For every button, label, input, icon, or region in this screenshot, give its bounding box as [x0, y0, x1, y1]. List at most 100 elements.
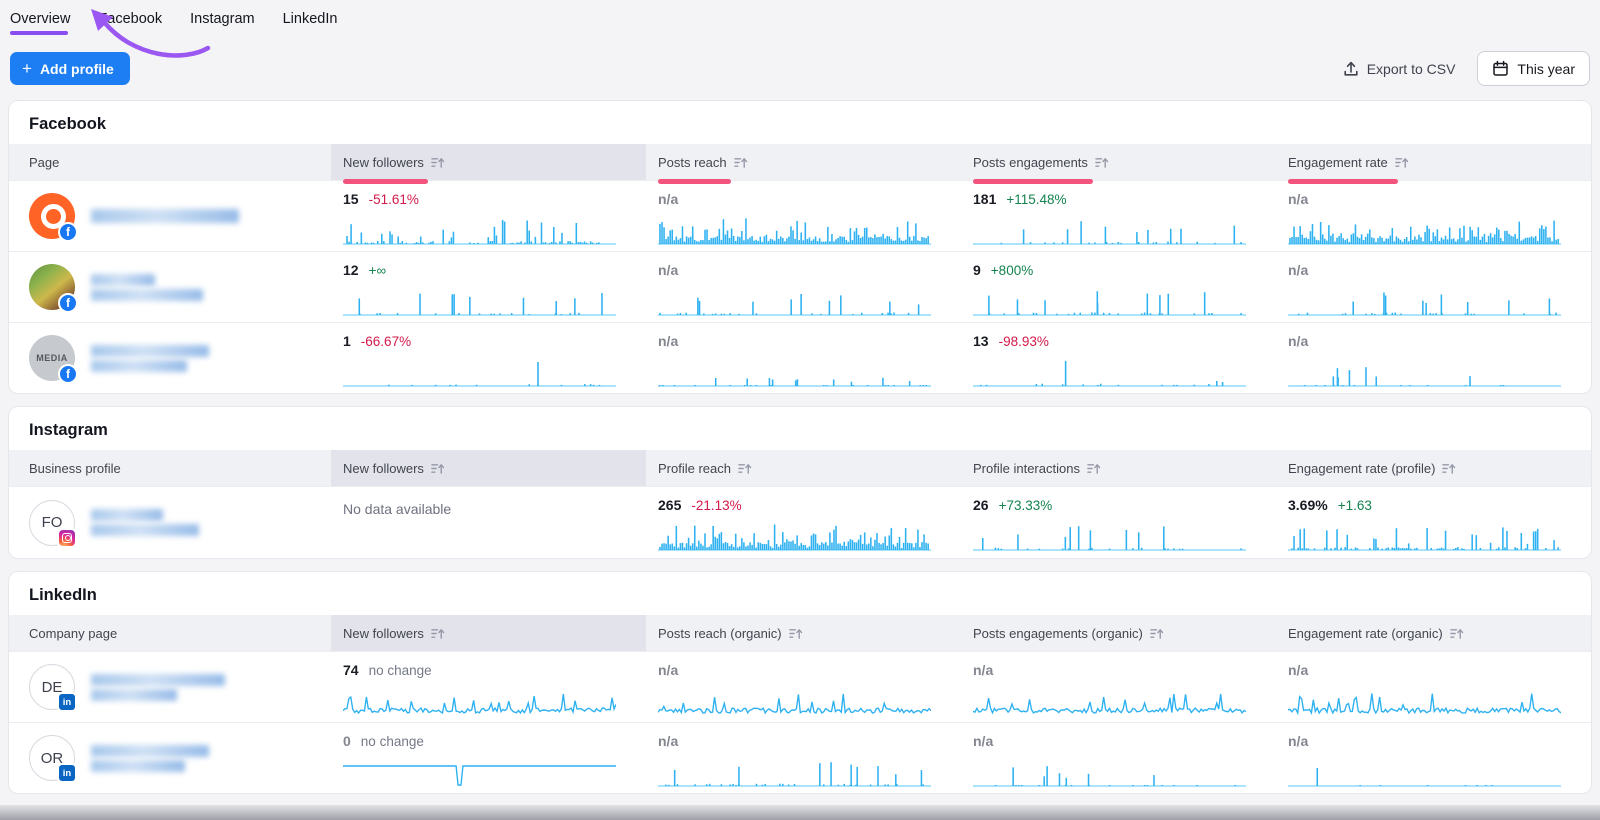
metric-cell-posts-engagements-organic: n/a [961, 723, 1276, 793]
column-label: Posts engagements (organic) [973, 626, 1143, 641]
sort-icon [1094, 156, 1109, 169]
redacted-profile-name [91, 506, 199, 539]
tab-facebook[interactable]: Facebook [98, 9, 162, 33]
sort-icon [1086, 462, 1101, 475]
facebook-badge-icon: f [58, 364, 78, 384]
column-header-new-followers[interactable]: New followers [331, 615, 646, 651]
facebook-table-header: Page New followers Posts reach Posts eng… [9, 144, 1591, 180]
metric-value: n/a [658, 191, 678, 207]
profile-avatar: MEDIA f [29, 335, 75, 381]
metric-change: +115.48% [1006, 192, 1066, 207]
trend-sparkline [658, 521, 931, 551]
metric-value: 13 [973, 333, 989, 349]
tab-instagram[interactable]: Instagram [190, 9, 254, 33]
column-header-company-page: Company page [9, 615, 331, 651]
metric-cell-engagement-rate-organic: n/a [1276, 723, 1591, 793]
metric-share-bar [343, 179, 428, 184]
metric-share-bar [658, 179, 731, 184]
table-row[interactable]: DE in 74no change n/a n/a n/a [9, 651, 1591, 722]
column-header-new-followers[interactable]: New followers [331, 450, 646, 486]
column-header-page: Page [9, 144, 331, 180]
column-header-posts-reach-organic[interactable]: Posts reach (organic) [646, 615, 961, 651]
trend-sparkline [973, 357, 1246, 387]
column-header-posts-engagements[interactable]: Posts engagements [961, 144, 1276, 180]
metric-cell-new-followers: 0no change [331, 723, 646, 793]
metric-value: 15 [343, 191, 359, 207]
metric-change: -21.13% [691, 498, 741, 513]
column-label: Engagement rate (profile) [1288, 461, 1435, 476]
profile-avatar: OR in [29, 735, 75, 781]
sort-icon [1441, 462, 1456, 475]
metric-value: 181 [973, 191, 996, 207]
sort-icon [788, 627, 803, 640]
linkedin-table-header: Company page New followers Posts reach (… [9, 615, 1591, 651]
redacted-profile-name [91, 671, 225, 704]
export-csv-button[interactable]: Export to CSV [1343, 52, 1456, 85]
linkedin-badge-icon: in [57, 763, 77, 783]
table-row[interactable]: f 15-51.61% n/a 181 +115.48% n/a [9, 180, 1591, 251]
column-header-profile-interactions[interactable]: Profile interactions [961, 450, 1276, 486]
profile-cell: f [9, 252, 331, 322]
trend-sparkline [973, 757, 1246, 787]
column-header-business-profile: Business profile [9, 450, 331, 486]
column-header-profile-reach[interactable]: Profile reach [646, 450, 961, 486]
column-header-new-followers[interactable]: New followers [331, 144, 646, 180]
add-profile-button[interactable]: + Add profile [10, 52, 130, 85]
sort-icon [1394, 156, 1409, 169]
instagram-table-header: Business profile New followers Profile r… [9, 450, 1591, 486]
metric-value: n/a [658, 662, 678, 678]
sort-icon [430, 627, 445, 640]
metric-value: 26 [973, 497, 989, 513]
metric-cell-posts-reach: n/a [646, 323, 961, 393]
profile-cell: f [9, 181, 331, 251]
table-row[interactable]: MEDIA f 1-66.67% n/a 13-98.93% n/a [9, 322, 1591, 393]
metric-value: n/a [658, 733, 678, 749]
metric-cell-engagement-rate: n/a [1276, 323, 1591, 393]
metric-value: 3.69% [1288, 497, 1328, 513]
tab-overview[interactable]: Overview [10, 9, 70, 33]
column-header-engagement-rate-organic[interactable]: Engagement rate (organic) [1276, 615, 1591, 651]
table-row[interactable]: OR in 0no change n/a n/a n/a [9, 722, 1591, 793]
sort-icon [737, 462, 752, 475]
redacted-profile-name [91, 206, 239, 226]
metric-value: n/a [1288, 262, 1308, 278]
profile-cell: MEDIA f [9, 323, 331, 393]
column-label: New followers [343, 461, 424, 476]
metric-value: n/a [658, 262, 678, 278]
profile-avatar: FO [29, 500, 75, 546]
column-label: Engagement rate [1288, 155, 1388, 170]
table-row[interactable]: f 12+∞ n/a 9+800% n/a [9, 251, 1591, 322]
metric-cell-engagement-rate: n/a [1276, 181, 1591, 251]
column-label: Posts engagements [973, 155, 1088, 170]
metric-cell-new-followers: No data available [331, 487, 646, 558]
facebook-badge-icon: f [58, 222, 78, 242]
metric-cell-new-followers: 15-51.61% [331, 181, 646, 251]
trend-sparkline [973, 686, 1246, 716]
date-range-label: This year [1517, 61, 1575, 77]
profile-cell: DE in [9, 652, 331, 722]
metric-value: 265 [658, 497, 681, 513]
column-header-engagement-rate-profile[interactable]: Engagement rate (profile) [1276, 450, 1591, 486]
column-header-posts-reach[interactable]: Posts reach [646, 144, 961, 180]
table-row[interactable]: FO No data available 265-21.13% 26+73.33… [9, 486, 1591, 558]
trend-sparkline [973, 215, 1246, 245]
trend-sparkline [343, 686, 616, 716]
profile-cell: FO [9, 487, 331, 558]
sort-icon [1449, 627, 1464, 640]
trend-sparkline [1288, 215, 1561, 245]
tab-linkedin[interactable]: LinkedIn [283, 9, 338, 33]
date-range-button[interactable]: This year [1477, 51, 1590, 86]
metric-cell-engagement-rate: n/a [1276, 252, 1591, 322]
trend-sparkline [343, 215, 616, 245]
toolbar: + Add profile Export to CSV This year [0, 41, 1600, 100]
no-data-text: No data available [343, 497, 451, 517]
section-title-linkedin: LinkedIn [9, 572, 1591, 615]
trend-sparkline [1288, 286, 1561, 316]
metric-cell-profile-reach: 265 -21.13% [646, 487, 961, 558]
column-header-posts-engagements-organic[interactable]: Posts engagements (organic) [961, 615, 1276, 651]
trend-sparkline [343, 357, 616, 387]
trend-sparkline [658, 357, 931, 387]
column-header-engagement-rate[interactable]: Engagement rate [1276, 144, 1591, 180]
export-icon [1343, 61, 1359, 77]
metric-value: 9 [973, 262, 981, 278]
